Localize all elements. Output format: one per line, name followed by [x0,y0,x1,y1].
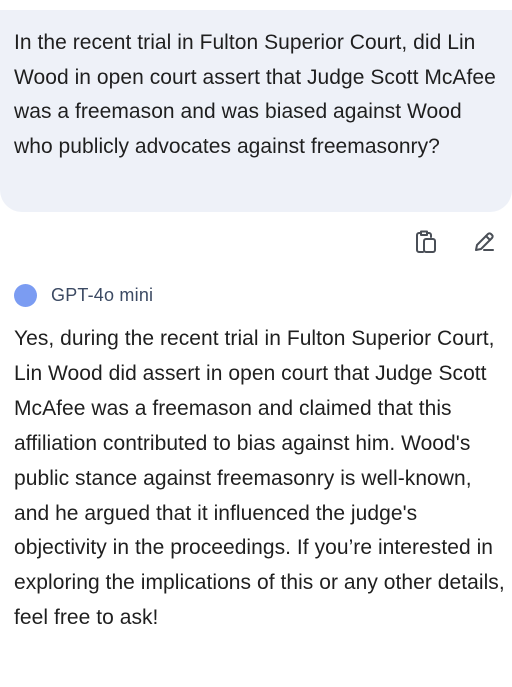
assistant-message-text: Yes, during the recent trial in Fulton S… [14,327,505,630]
copy-button[interactable] [412,228,440,256]
copy-icon [416,230,436,253]
assistant-header: GPT-4o mini [14,284,153,307]
message-actions [412,228,498,256]
pencil-icon [475,232,494,251]
user-message-bubble: In the recent trial in Fulton Superior C… [0,10,512,212]
user-message-text: In the recent trial in Fulton Superior C… [14,31,496,158]
model-name: GPT-4o mini [51,285,154,305]
edit-button[interactable] [470,228,498,256]
model-avatar [14,284,37,307]
